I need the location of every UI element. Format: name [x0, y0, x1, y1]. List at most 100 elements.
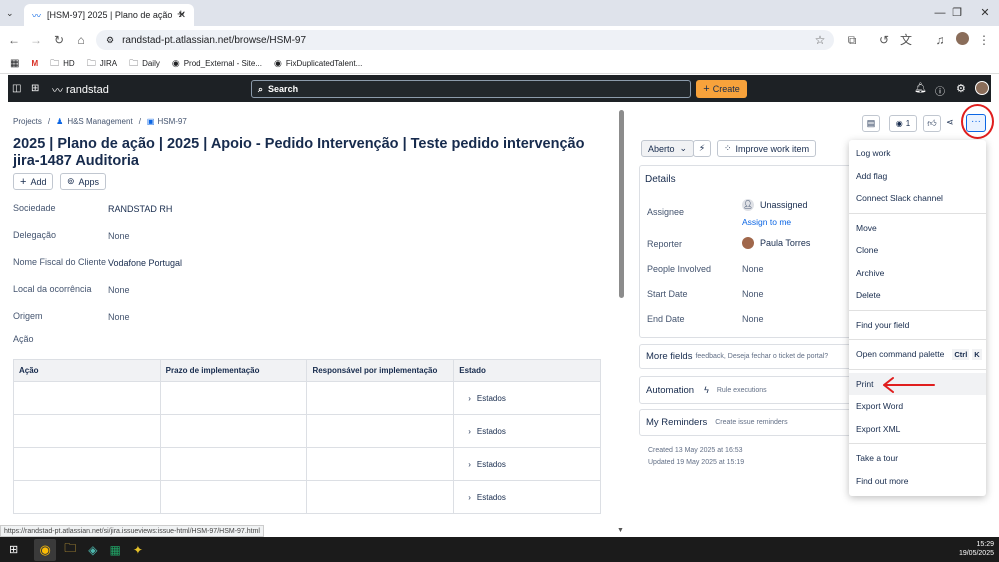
tab-list-chevron-icon[interactable]: ⌄	[6, 8, 14, 19]
menu-item-export-xml[interactable]: Export XML	[849, 418, 986, 441]
randstad-logo[interactable]: 〰 randstad	[52, 82, 109, 98]
table-cell[interactable]	[306, 480, 455, 514]
translate-icon[interactable]: 文	[898, 32, 914, 48]
field-value-origem[interactable]: None	[108, 312, 130, 322]
table-cell[interactable]	[306, 447, 455, 481]
history-icon[interactable]: ↺	[876, 32, 892, 48]
start-date-value[interactable]: None	[742, 289, 764, 299]
add-button[interactable]: + Add	[13, 173, 54, 190]
bookmark-star-icon[interactable]: ☆	[812, 32, 828, 48]
table-cell[interactable]	[159, 414, 308, 448]
table-cell[interactable]: › Estados	[453, 381, 601, 415]
help-icon[interactable]: ⓘ	[935, 83, 945, 98]
table-cell[interactable]	[306, 414, 455, 448]
chevron-right-icon[interactable]: ›	[468, 394, 471, 403]
share-icon[interactable]: ⋖	[946, 117, 954, 128]
field-value-nome-fiscal[interactable]: Vodafone Portugal	[108, 258, 182, 268]
issue-title[interactable]: 2025 | Plano de ação | 2025 | Apoio - Pe…	[13, 136, 603, 170]
assignee-value[interactable]: 👤︎ Unassigned	[742, 199, 808, 211]
chrome-taskbar-icon[interactable]: ◉	[34, 538, 57, 561]
details-title[interactable]: Details	[645, 174, 676, 185]
menu-item-connect-slack[interactable]: Connect Slack channel	[849, 187, 986, 210]
menu-item-take-tour[interactable]: Take a tour	[849, 447, 986, 470]
menu-item-log-work[interactable]: Log work	[849, 142, 986, 165]
bookmark-prod-external[interactable]: ◉ Prod_External - Site...	[172, 58, 262, 69]
menu-item-clone[interactable]: Clone	[849, 239, 986, 262]
field-value-delegacao[interactable]: None	[108, 231, 130, 241]
improve-work-item-button[interactable]: ⁘ Improve work item	[717, 140, 817, 157]
end-date-value[interactable]: None	[742, 314, 764, 324]
breadcrumb-projects[interactable]: Projects	[13, 117, 42, 126]
menu-item-find-field[interactable]: Find your field	[849, 314, 986, 337]
reporter-value[interactable]: Paula Torres	[742, 237, 810, 249]
table-cell[interactable]	[13, 414, 161, 448]
table-cell[interactable]	[159, 381, 308, 415]
excel-icon[interactable]: ▦	[109, 543, 120, 557]
assign-to-me-link[interactable]: Assign to me	[742, 217, 791, 227]
field-value-local[interactable]: None	[108, 285, 130, 295]
minimize-icon[interactable]: —	[932, 5, 948, 21]
more-fields-card[interactable]: More fields feedback, Deseja fechar o ti…	[639, 344, 853, 369]
feedback-icon[interactable]: ▤	[862, 115, 880, 132]
search-input[interactable]: ⌕ Search	[251, 80, 691, 98]
apps-button[interactable]: ⊚ Apps	[60, 173, 107, 190]
table-cell[interactable]	[13, 480, 161, 514]
status-dropdown[interactable]: Aberto ⌄	[641, 140, 695, 157]
field-value-sociedade[interactable]: RANDSTAD RH	[108, 204, 172, 214]
sidebar-toggle-icon[interactable]: ◫	[12, 83, 21, 94]
app-icon[interactable]: ✦	[133, 543, 143, 557]
close-window-icon[interactable]: ✕	[977, 5, 993, 21]
people-involved-value[interactable]: None	[742, 264, 764, 274]
scroll-down-arrow-icon[interactable]: ▼	[617, 527, 624, 534]
app-icon[interactable]: ◈	[88, 543, 97, 557]
automation-card[interactable]: Automation ϟ Rule executions	[639, 376, 853, 404]
apps-grid-icon[interactable]: ▦	[10, 58, 19, 69]
table-cell[interactable]	[13, 381, 161, 415]
chevron-right-icon[interactable]: ›	[468, 493, 471, 502]
reload-icon[interactable]: ↻	[51, 32, 67, 48]
bookmark-hd[interactable]: 🗀 HD	[50, 56, 75, 72]
chevron-right-icon[interactable]: ›	[468, 427, 471, 436]
bookmark-fixduplicated[interactable]: ◉ FixDuplicatedTalent...	[274, 58, 362, 69]
table-cell[interactable]	[159, 480, 308, 514]
browser-tab[interactable]: 〰 [HSM-97] 2025 | Plano de ação ✕	[24, 4, 194, 26]
home-icon[interactable]: ⌂	[73, 32, 89, 48]
gmail-icon[interactable]: M	[31, 59, 38, 68]
menu-item-delete[interactable]: Delete	[849, 284, 986, 307]
app-switcher-icon[interactable]: ⊞	[31, 83, 39, 94]
back-arrow-icon[interactable]: ←	[6, 32, 22, 48]
forward-arrow-icon[interactable]: →	[28, 32, 44, 48]
menu-item-export-word[interactable]: Export Word	[849, 395, 986, 418]
settings-gear-icon[interactable]: ⚙	[956, 82, 966, 95]
table-cell[interactable]	[159, 447, 308, 481]
menu-item-command-palette[interactable]: Open command palette Ctrl K	[849, 343, 986, 366]
windows-start-icon[interactable]: ⊞	[9, 543, 18, 556]
chrome-menu-icon[interactable]: ⋮	[976, 32, 992, 48]
breadcrumb-project[interactable]: H&S Management	[67, 117, 132, 126]
breadcrumb-issue-key[interactable]: HSM-97	[157, 117, 186, 126]
table-cell[interactable]: › Estados	[453, 480, 601, 514]
watch-button[interactable]: ◉ 1	[889, 115, 917, 132]
reminders-card[interactable]: My Reminders Create issue reminders	[639, 409, 853, 436]
menu-item-add-flag[interactable]: Add flag	[849, 165, 986, 188]
bookmark-daily[interactable]: 🗀 Daily	[129, 56, 160, 72]
create-button[interactable]: + Create	[696, 80, 747, 98]
new-tab-plus-icon[interactable]: +	[177, 6, 185, 21]
menu-item-find-out-more[interactable]: Find out more	[849, 470, 986, 493]
user-avatar[interactable]	[975, 81, 989, 95]
chevron-right-icon[interactable]: ›	[468, 460, 471, 469]
automation-lightning-button[interactable]: ⚡︎	[693, 140, 711, 157]
thumbs-up-icon[interactable]: 👍︎	[923, 115, 941, 132]
table-cell[interactable]	[306, 381, 455, 415]
menu-item-archive[interactable]: Archive	[849, 262, 986, 285]
taskbar-clock[interactable]: 15:29 19/05/2025	[952, 540, 994, 558]
extensions-icon[interactable]: ⧉	[844, 32, 860, 48]
notifications-bell-icon[interactable]: 🔔︎	[914, 83, 927, 94]
table-cell[interactable]	[13, 447, 161, 481]
profile-avatar[interactable]	[956, 32, 969, 45]
site-info-icon[interactable]: ⚙	[106, 35, 114, 46]
restore-icon[interactable]: ❐	[949, 5, 965, 21]
address-bar[interactable]: ⚙ randstad-pt.atlassian.net/browse/HSM-9…	[96, 30, 834, 50]
main-scrollbar-thumb[interactable]	[619, 110, 624, 298]
file-explorer-icon[interactable]: 🗀	[64, 539, 76, 560]
